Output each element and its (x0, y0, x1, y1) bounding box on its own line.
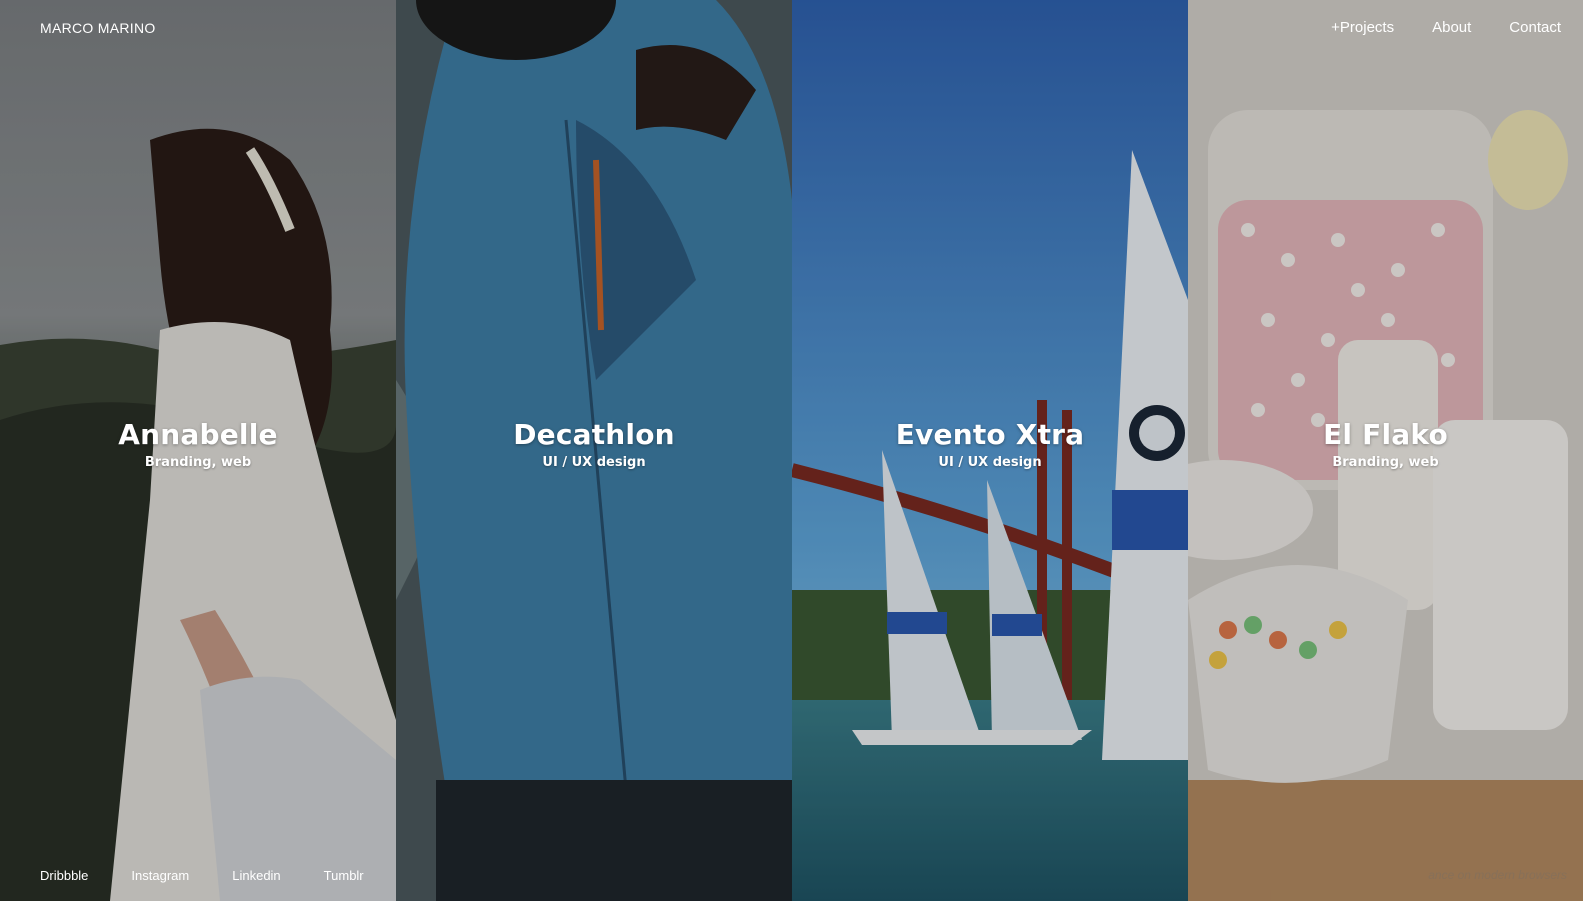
project-title: Evento Xtra (895, 418, 1085, 451)
project-panel-annabelle[interactable]: Annabelle Branding, web (0, 0, 396, 901)
project-subtitle: Branding, web (144, 455, 252, 470)
project-subtitle: UI / UX design (938, 455, 1042, 470)
nav-about[interactable]: About (1432, 19, 1471, 36)
project-title: Decathlon (513, 418, 675, 451)
nav-projects[interactable]: +Projects (1331, 19, 1394, 36)
brand-logo[interactable]: MARCO MARINO (40, 20, 156, 36)
project-subtitle: UI / UX design (542, 455, 646, 470)
social-tumblr[interactable]: Tumblr (324, 868, 364, 883)
project-title: Annabelle (118, 418, 278, 451)
project-panel-decathlon[interactable]: Decathlon UI / UX design (396, 0, 792, 901)
project-caption: El Flako Branding, web (1188, 418, 1583, 470)
project-caption: Annabelle Branding, web (0, 418, 396, 470)
social-linkedin[interactable]: Linkedin (232, 868, 280, 883)
main-nav: +Projects About Contact (1331, 19, 1561, 36)
project-panels: Annabelle Branding, web Decathlon UI / U… (0, 0, 1583, 901)
social-links: Dribbble Instagram Linkedin Tumblr (40, 868, 364, 883)
project-title: El Flako (1323, 418, 1448, 451)
nav-contact[interactable]: Contact (1509, 19, 1561, 36)
social-dribbble[interactable]: Dribbble (40, 868, 88, 883)
project-caption: Decathlon UI / UX design (396, 418, 792, 470)
project-caption: Evento Xtra UI / UX design (792, 418, 1188, 470)
project-panel-evento-xtra[interactable]: Evento Xtra UI / UX design (792, 0, 1188, 901)
browser-note: ance on modern browsers (1428, 868, 1567, 882)
project-subtitle: Branding, web (1332, 455, 1439, 470)
project-panel-el-flako[interactable]: El Flako Branding, web (1188, 0, 1583, 901)
social-instagram[interactable]: Instagram (131, 868, 189, 883)
